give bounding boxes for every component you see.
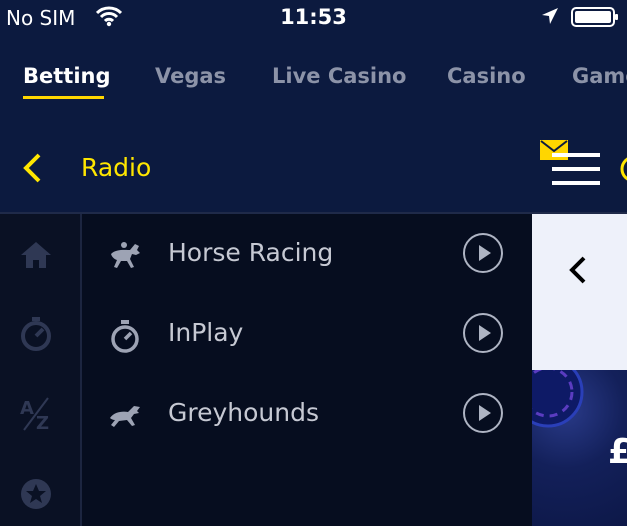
- list-item-label: Horse Racing: [168, 238, 334, 267]
- status-time: 11:53: [280, 5, 347, 29]
- promo-text: £: [608, 432, 627, 472]
- home-icon[interactable]: [18, 240, 54, 274]
- list-item-horse-racing[interactable]: Horse Racing: [82, 214, 532, 294]
- hamburger-menu-icon[interactable]: [552, 153, 600, 189]
- radio-list: Horse Racing InPlay Greyhounds: [82, 214, 532, 526]
- svg-text:A: A: [20, 398, 34, 419]
- active-tab-indicator: [23, 96, 104, 99]
- page-header: Radio: [0, 120, 627, 214]
- play-button[interactable]: [463, 393, 503, 433]
- side-rail: A Z: [0, 214, 82, 526]
- carousel-prev-icon[interactable]: [567, 254, 589, 290]
- account-icon[interactable]: [620, 154, 627, 188]
- casino-chip-image: [532, 370, 586, 440]
- carousel-panel: [532, 214, 627, 370]
- play-button[interactable]: [463, 313, 503, 353]
- star-badge-icon[interactable]: [18, 476, 54, 516]
- promo-banner[interactable]: £: [532, 370, 627, 526]
- list-item-inplay[interactable]: InPlay: [82, 294, 532, 374]
- top-nav: Betting Vegas Live Casino Casino Game: [0, 34, 627, 120]
- list-item-label: InPlay: [168, 318, 244, 347]
- tab-casino[interactable]: Casino: [447, 64, 526, 88]
- greyhound-icon: [108, 400, 142, 434]
- page-title: Radio: [81, 153, 152, 182]
- tab-betting[interactable]: Betting: [23, 64, 111, 88]
- location-arrow-icon: [540, 6, 560, 30]
- stopwatch-icon: [108, 320, 142, 358]
- tab-games[interactable]: Game: [572, 64, 627, 88]
- status-bar: No SIM 11:53: [0, 0, 627, 34]
- play-button[interactable]: [463, 233, 503, 273]
- a-z-icon[interactable]: A Z: [18, 396, 54, 436]
- list-item-label: Greyhounds: [168, 398, 320, 427]
- stopwatch-icon[interactable]: [18, 316, 54, 356]
- tab-vegas[interactable]: Vegas: [155, 64, 226, 88]
- tab-live-casino[interactable]: Live Casino: [272, 64, 406, 88]
- horse-racing-icon: [108, 240, 142, 274]
- back-chevron-icon[interactable]: [20, 152, 44, 188]
- svg-text:Z: Z: [36, 413, 49, 432]
- list-item-greyhounds[interactable]: Greyhounds: [82, 374, 532, 454]
- battery-icon: [571, 7, 619, 27]
